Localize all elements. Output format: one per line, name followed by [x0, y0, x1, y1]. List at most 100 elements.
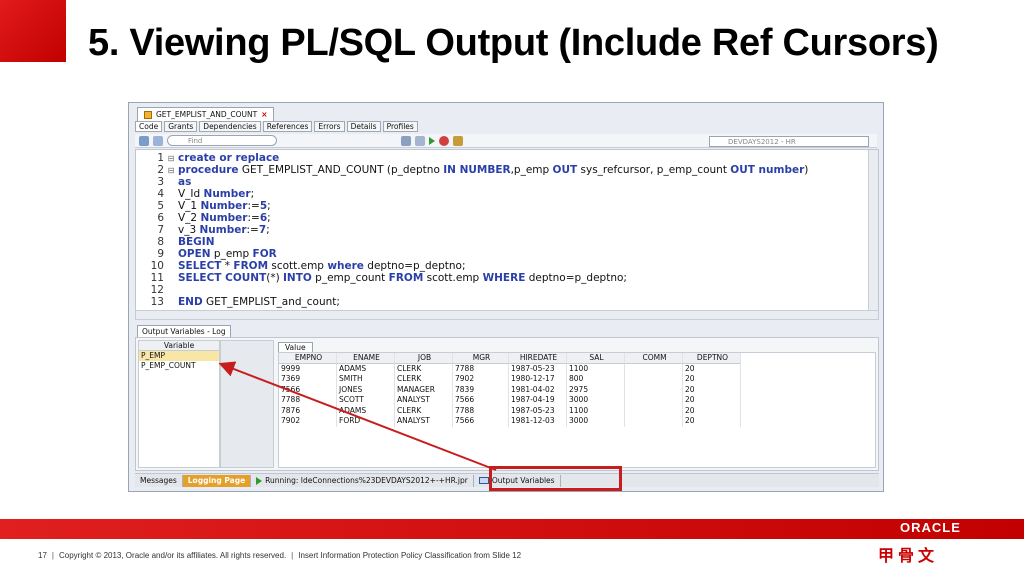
table-row[interactable]: 7566 JONES MANAGER 7839 1981-04-02 2975 20: [279, 384, 875, 395]
code-keyword: Number: [200, 212, 248, 224]
editor-document-tab[interactable]: GET_EMPLIST_AND_COUNT ×: [137, 107, 275, 121]
grid-cell: ANALYST: [395, 395, 453, 406]
grid-column-header[interactable]: COMM: [625, 353, 683, 364]
subtab-errors[interactable]: Errors: [314, 121, 345, 132]
grid-column-header[interactable]: ENAME: [337, 353, 395, 364]
subtab-profiles[interactable]: Profiles: [382, 121, 418, 132]
grid-cell: 7566: [453, 416, 509, 427]
vertical-scrollbar[interactable]: [868, 150, 878, 310]
code-line[interactable]: 7 v_3 Number:= 7;: [136, 224, 269, 236]
value-tab[interactable]: Value: [278, 342, 313, 352]
subtab-dependencies[interactable]: Dependencies: [199, 121, 261, 132]
line-number: 4: [157, 188, 164, 200]
line-number: 13: [150, 296, 164, 308]
connection-selector[interactable]: DEVDAYS2012 - HR: [709, 136, 869, 147]
run-icon[interactable]: [429, 136, 435, 145]
code-line[interactable]: 6 V_2 Number:= 6;: [136, 212, 270, 224]
messages-tab[interactable]: Messages: [135, 474, 183, 487]
variable-row[interactable]: P_EMP: [139, 351, 219, 361]
subtab-code[interactable]: Code: [135, 121, 163, 132]
code-line[interactable]: 3 as: [136, 176, 191, 188]
find-input[interactable]: Find: [167, 135, 277, 146]
code-text: V_Id: [178, 188, 204, 200]
grid-cell: [625, 405, 683, 416]
close-icon[interactable]: ×: [261, 110, 267, 119]
grid-column-header[interactable]: SAL: [567, 353, 625, 364]
table-row[interactable]: 7369 SMITH CLERK 7902 1980-12-17 800 20: [279, 374, 875, 385]
output-variables-log-tab[interactable]: Output Variables - Log: [137, 325, 231, 337]
subtab-references[interactable]: References: [262, 121, 313, 132]
line-number: 6: [157, 212, 164, 224]
grid-cell: 1100: [567, 405, 625, 416]
running-tab[interactable]: Running: IdeConnections%23DEVDAYS2012+-+…: [251, 474, 474, 487]
code-text: (*): [266, 272, 284, 284]
code-line[interactable]: 2 ⊟ procedure GET_EMPLIST_AND_COUNT (p_dep…: [136, 164, 808, 176]
grid-column-header[interactable]: HIREDATE: [509, 353, 567, 364]
code-text: GET_EMPLIST_and_count;: [202, 296, 340, 308]
table-row[interactable]: 7876 ADAMS CLERK 7788 1987-05-23 1100 20: [279, 405, 875, 416]
grid-header-row: EMPNO ENAME JOB MGR HIREDATE SAL COMM DEPTNO: [279, 353, 875, 364]
code-keyword: Number: [200, 200, 248, 212]
code-keyword: BEGIN: [178, 236, 215, 248]
document-tab-label: GET_EMPLIST_AND_COUNT: [156, 110, 258, 119]
code-line[interactable]: 12: [136, 284, 178, 296]
subtab-grants[interactable]: Grants: [164, 121, 198, 132]
slide-title: 5. Viewing PL/SQL Output (Include Ref Cu…: [88, 22, 939, 64]
horizontal-scrollbar[interactable]: [135, 310, 879, 320]
code-text: ,p_emp: [510, 164, 553, 176]
copyright: Copyright © 2013, Oracle and/or its affi…: [58, 551, 287, 560]
code-line[interactable]: 13 END GET_EMPLIST_and_count;: [136, 296, 340, 308]
grid-cell: 7566: [453, 395, 509, 406]
grid-cell: 20: [683, 405, 741, 416]
pin-icon[interactable]: [139, 135, 149, 146]
grid-cell: 7788: [453, 363, 509, 374]
line-number: 11: [150, 272, 164, 284]
oracle-logo: ORACLE: [900, 520, 961, 535]
variable-row[interactable]: P_EMP_COUNT: [139, 361, 219, 371]
code-line[interactable]: 4 V_Id Number;: [136, 188, 254, 200]
footer-separator: |: [291, 551, 294, 560]
table-row[interactable]: 9999 ADAMS CLERK 7788 1987-05-23 1100 20: [279, 363, 875, 374]
code-line[interactable]: 9 OPEN p_emp FOR: [136, 248, 276, 260]
code-line[interactable]: 10 SELECT * FROM scott.emp where deptno=p…: [136, 260, 466, 272]
debug-icon[interactable]: [439, 135, 449, 146]
code-line[interactable]: 1 ⊟ create or replace: [136, 152, 279, 164]
title-red-block: [0, 0, 66, 62]
subtab-details[interactable]: Details: [346, 121, 381, 132]
code-keyword: FROM: [388, 272, 424, 284]
run-icon: [256, 476, 263, 485]
code-keyword: OPEN: [178, 248, 211, 260]
variables-list: Variable P_EMP P_EMP_COUNT: [138, 340, 220, 468]
grid-cell: 1980-12-17: [509, 374, 567, 385]
compile-icon[interactable]: [453, 135, 463, 146]
grid-column-header[interactable]: JOB: [395, 353, 453, 364]
fold-toggle-icon[interactable]: ⊟: [164, 166, 178, 175]
grid-cell: 20: [683, 374, 741, 385]
editor-subtabs: Code Grants Dependencies References Errors De…: [135, 121, 418, 132]
code-keyword: where: [327, 260, 364, 272]
line-number: 12: [150, 284, 164, 296]
edit-icon[interactable]: [153, 135, 163, 146]
code-line[interactable]: 5 V_1 Number:= 5;: [136, 200, 270, 212]
table-row[interactable]: 7902 FORD ANALYST 7566 1981-12-03 3000 20: [279, 416, 875, 427]
code-text: deptno=p_deptno;: [363, 260, 466, 272]
table-row[interactable]: 7788 SCOTT ANALYST 7566 1987-04-19 3000 20: [279, 395, 875, 406]
code-line[interactable]: 8 BEGIN: [136, 236, 215, 248]
code-editor[interactable]: 1 ⊟ create or replace 2 ⊟ procedure GET_EMPLI…: [135, 149, 879, 311]
grid-cell: CLERK: [395, 405, 453, 416]
fold-toggle-icon[interactable]: ⊟: [164, 154, 178, 163]
code-keyword: 5: [259, 200, 268, 212]
code-keyword: IN NUMBER: [443, 164, 511, 176]
grid-cell: 7839: [453, 384, 509, 395]
grid-column-header[interactable]: EMPNO: [279, 353, 337, 364]
code-line[interactable]: 11 SELECT COUNT (*) INTO p_emp_count FROM …: [136, 272, 627, 284]
settings-icon[interactable]: [415, 135, 425, 146]
grid-cell: ADAMS: [337, 363, 395, 374]
line-number: 1: [157, 152, 164, 164]
grid-column-header[interactable]: MGR: [453, 353, 509, 364]
navigate-icon[interactable]: [401, 135, 411, 146]
logging-page-tab[interactable]: Logging Page: [182, 474, 252, 487]
grid-cell: 20: [683, 395, 741, 406]
grid-column-header[interactable]: DEPTNO: [683, 353, 741, 364]
grid-cell: 7902: [279, 416, 337, 427]
